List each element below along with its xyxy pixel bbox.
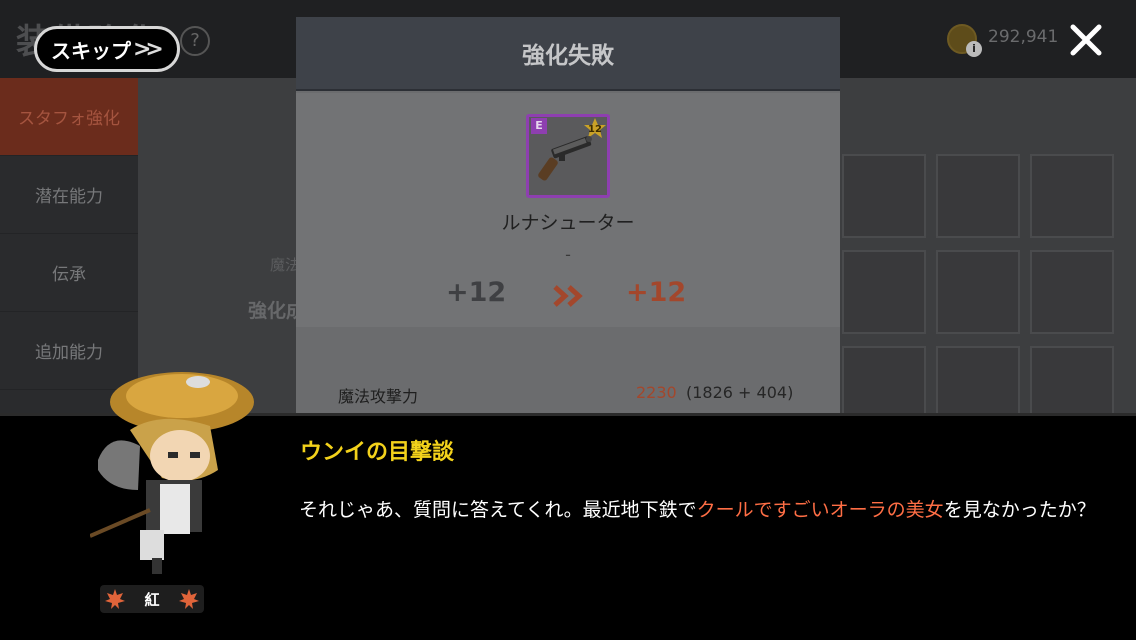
double-chevron-right-icon xyxy=(553,285,583,307)
item-name: ルナシューター xyxy=(501,212,635,234)
fast-forward-icon: >> xyxy=(133,36,164,62)
sidebar-item-starforce[interactable]: スタフォ強化 xyxy=(0,78,138,156)
modal-header: 強化失敗 xyxy=(296,17,840,91)
stat-value: 2230 xyxy=(636,383,677,402)
character-name-badge: 紅 xyxy=(100,585,204,613)
gun-icon xyxy=(538,136,592,181)
close-icon[interactable] xyxy=(1066,20,1106,60)
stat-label: 魔法攻撃力 xyxy=(338,387,419,406)
inventory-slot[interactable] xyxy=(842,250,926,334)
level-after: +12 xyxy=(626,277,687,308)
maple-leaf-icon xyxy=(105,589,125,609)
info-icon[interactable]: i xyxy=(966,41,982,57)
level-before: +12 xyxy=(446,277,507,308)
skip-button[interactable]: スキップ >> xyxy=(34,26,180,72)
skip-label: スキップ xyxy=(51,38,131,63)
inventory-slot[interactable] xyxy=(936,250,1020,334)
help-icon[interactable]: ? xyxy=(180,26,210,56)
inventory-slot[interactable] xyxy=(936,154,1020,238)
inventory-slot[interactable] xyxy=(1030,154,1114,238)
sidebar-item-potential[interactable]: 潜在能力 xyxy=(0,156,138,234)
character-name: 紅 xyxy=(144,590,160,609)
dialogue-text: それじゃあ、質問に答えてくれ。最近地下鉄でクールですごいオーラの美女を見なかった… xyxy=(299,497,1099,523)
inventory-slot[interactable] xyxy=(842,154,926,238)
character-portrait xyxy=(90,372,254,574)
maple-leaf-icon xyxy=(178,589,199,609)
speaker-name: ウンイの目撃談 xyxy=(300,440,455,465)
item-slot: E 12 xyxy=(526,114,610,198)
sidebar-item-inherit[interactable]: 伝承 xyxy=(0,234,138,312)
dialogue-highlight: クールですごいオーラの美女 xyxy=(696,499,944,521)
inventory-slot[interactable] xyxy=(1030,250,1114,334)
item-summary: E 12 ルナシューター - +12 +12 xyxy=(296,93,840,327)
dialogue-text-part: それじゃあ、質問に答えてくれ。最近地下鉄で xyxy=(299,499,697,521)
modal-title: 強化失敗 xyxy=(522,43,614,69)
item-subtitle: - xyxy=(565,245,571,264)
dialogue-text-part: を見なかったか？ xyxy=(943,499,1096,521)
gold-amount: 292,941 xyxy=(988,27,1059,47)
stat-detail: (1826 + 404) xyxy=(686,383,794,402)
